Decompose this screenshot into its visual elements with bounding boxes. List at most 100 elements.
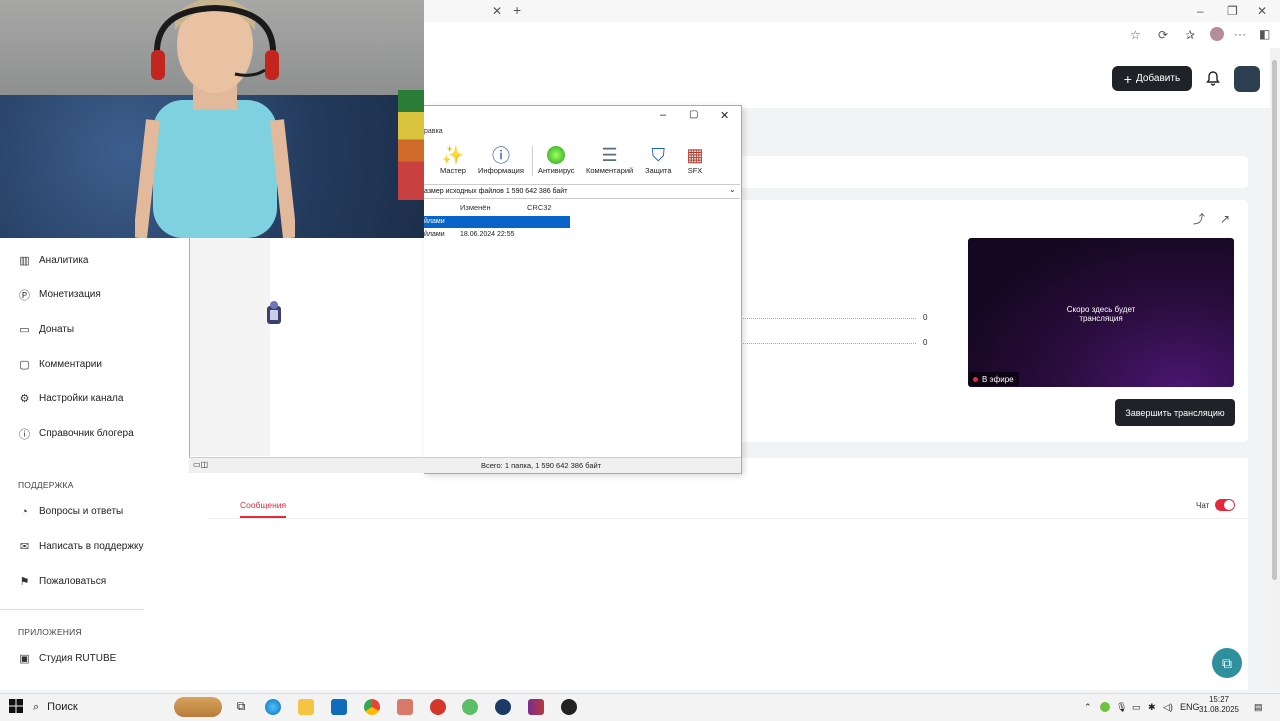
plus-icon: +	[1123, 70, 1132, 87]
tray-chevron-icon[interactable]: ⌃	[1084, 702, 1092, 713]
notifications-icon[interactable]: ▤	[1254, 702, 1263, 713]
toolbar-wizard-button[interactable]: ✨ Мастер	[440, 144, 466, 176]
external-link-icon[interactable]: ↗	[1220, 212, 1230, 226]
maximize-icon[interactable]: ❐	[1227, 4, 1238, 18]
profile-icon[interactable]	[1210, 27, 1224, 41]
toolbar-protect-button[interactable]: ⛉ Защита	[645, 144, 672, 176]
toolbar-antivirus-button[interactable]: Антивирус	[538, 144, 574, 175]
refresh-icon[interactable]: ⟳	[1158, 28, 1168, 42]
avatar[interactable]	[1234, 66, 1260, 92]
file-modified: 18.06.2024 22:55	[460, 231, 515, 238]
minimize-icon[interactable]: –	[1197, 4, 1204, 18]
info-icon: ⓘ	[491, 146, 510, 166]
photos-icon[interactable]	[397, 699, 413, 715]
chevron-down-icon[interactable]: ⌄	[729, 185, 736, 194]
language-indicator[interactable]: ENG	[1180, 702, 1200, 712]
sidebar-item-label: Комментарии	[39, 359, 102, 370]
sidebar-item-faq[interactable]: ◔ Вопросы и ответы	[18, 505, 123, 518]
app-red-icon[interactable]	[430, 699, 446, 715]
chrome-icon[interactable]	[364, 699, 380, 715]
path-text: азмер исходных файлов 1 590 642 386 байт	[424, 188, 568, 195]
archive-path-field[interactable]: азмер исходных файлов 1 590 642 386 байт	[424, 184, 740, 199]
sidebar-item-studio[interactable]: ▣ Студия RUTUBE	[18, 652, 116, 665]
task-view-icon[interactable]: ⧉	[233, 699, 249, 715]
comments-icon: ▢	[19, 359, 30, 371]
file-explorer-icon[interactable]	[298, 699, 314, 715]
webcam-toys	[398, 90, 424, 200]
mail-icon: ✉	[19, 541, 30, 553]
archiver-maximize-icon[interactable]: ▢	[689, 109, 698, 120]
close-window-icon[interactable]: ✕	[1257, 4, 1267, 18]
sidebar-item-monetization[interactable]: Ⓟ Монетизация	[18, 288, 101, 302]
end-stream-button[interactable]: Завершить трансляцию	[1115, 399, 1235, 426]
sidebar-item-blogger-guide[interactable]: ⓘ Справочник блогера	[18, 427, 134, 441]
toggle-knob	[1224, 500, 1234, 510]
app-green-icon[interactable]	[462, 699, 478, 715]
stat-line	[741, 343, 916, 344]
column-header-modified[interactable]: Изменён	[460, 203, 491, 212]
tab-close-icon[interactable]: ✕	[492, 4, 502, 18]
bluetooth-icon[interactable]: ✱	[1148, 702, 1156, 713]
stat-value: 0	[923, 313, 928, 322]
sidebar-item-write-support[interactable]: ✉ Написать в поддержку	[18, 540, 144, 553]
archiver-close-icon[interactable]: ✕	[720, 109, 729, 122]
settings-icon: ⚙	[19, 393, 30, 405]
archiver-menu-fragment[interactable]: равка	[424, 128, 443, 135]
info-icon: ⓘ	[19, 428, 30, 441]
sidebar-item-comments[interactable]: ▢ Комментарии	[18, 358, 102, 371]
tab-messages[interactable]: Сообщения	[240, 500, 286, 510]
taskbar-clock[interactable]: 15:27 31.08.2025	[1198, 695, 1240, 715]
windows-start-icon[interactable]	[9, 699, 23, 713]
search-icon: ⌕	[33, 700, 40, 713]
chat-card	[208, 458, 1248, 690]
help-chat-button[interactable]: ⧉	[1212, 648, 1242, 678]
sidebar-item-label: Монетизация	[39, 289, 101, 300]
sidebar-toggle-icon[interactable]: ◧	[1259, 27, 1270, 41]
sidebar-item-label: Настройки канала	[39, 393, 124, 404]
toolbar-comment-button[interactable]: ☰ Комментарий	[586, 144, 633, 176]
steam-icon[interactable]	[495, 699, 511, 715]
share-icon[interactable]: ⤴	[1193, 212, 1205, 226]
sidebar-item-report[interactable]: ⚑ Пожаловаться	[18, 575, 107, 588]
edge-icon[interactable]	[265, 699, 281, 715]
search-placeholder: Поиск	[47, 701, 78, 713]
volume-icon[interactable]: ◁)	[1163, 702, 1173, 713]
more-icon[interactable]: ···	[1234, 27, 1246, 41]
bell-icon[interactable]	[1205, 70, 1221, 86]
obs-icon[interactable]	[561, 699, 577, 715]
tray-app-icon[interactable]	[1100, 702, 1110, 712]
winrar-icon[interactable]	[528, 699, 544, 715]
comment-icon: ☰	[601, 144, 618, 165]
faq-icon: ◔	[21, 505, 28, 518]
clock-time: 15:27	[1208, 695, 1230, 704]
archiver-minimize-icon[interactable]: –	[660, 109, 666, 121]
section-support: ПОДДЕРЖКА	[18, 480, 74, 490]
add-button[interactable]: + Добавить	[1112, 66, 1192, 91]
file-name[interactable]: йлами	[424, 231, 445, 238]
sidebar-item-analytics[interactable]: ▥ Аналитика	[18, 254, 88, 267]
scrollbar-thumb[interactable]	[1272, 60, 1277, 580]
toolbar-sfx-button[interactable]: ▦ SFX	[684, 144, 706, 176]
new-tab-icon[interactable]: +	[513, 3, 521, 17]
favorites-icon[interactable]: ✰	[1185, 28, 1195, 42]
drive-icon[interactable]: ▭◫	[193, 460, 208, 469]
search-highlight-icon[interactable]	[174, 697, 222, 717]
outlook-icon[interactable]	[331, 699, 347, 715]
column-header-crc[interactable]: CRC32	[527, 203, 552, 212]
divider	[0, 609, 144, 610]
sidebar-item-settings[interactable]: ⚙ Настройки канала	[18, 392, 124, 405]
chat-toggle[interactable]	[1215, 499, 1235, 511]
antivirus-icon	[545, 144, 567, 166]
toolbar-label: Антивирус	[538, 166, 575, 175]
toolbar-info-button[interactable]: ⓘ Информация	[478, 144, 524, 175]
toolbar-label: Информация	[478, 166, 524, 175]
star-icon[interactable]: ☆	[1130, 28, 1141, 42]
clock-date: 31.08.2025	[1198, 705, 1240, 714]
wand-icon: ✨	[441, 144, 465, 165]
archive-icon[interactable]	[265, 300, 283, 326]
file-row-selected[interactable]: йлами	[424, 216, 570, 228]
microphone-icon[interactable]: 🎙	[1116, 702, 1127, 713]
tray-cam-icon[interactable]: ▭	[1132, 702, 1141, 713]
live-badge-label: В эфире	[982, 374, 1014, 384]
sidebar-item-donations[interactable]: ▭ Донаты	[18, 323, 74, 336]
